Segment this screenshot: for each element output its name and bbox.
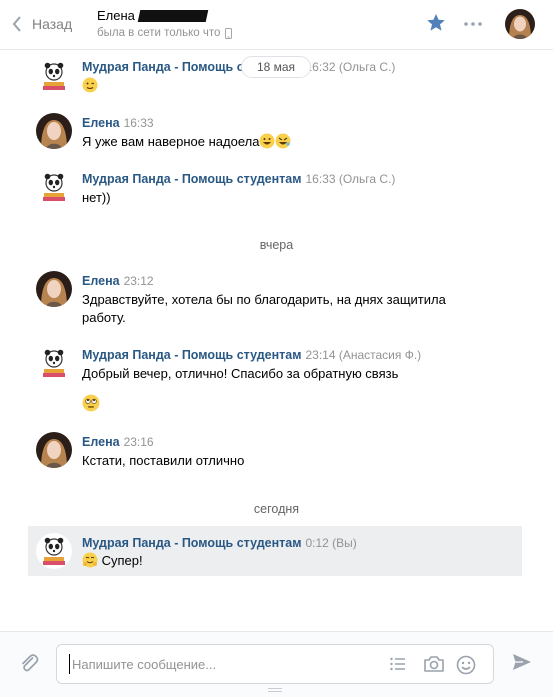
message-text: Добрый вечер, отлично! Спасибо за обратн…	[82, 366, 399, 381]
peer-status: была в сети только что	[97, 27, 233, 39]
message: Елена 23:12 Здравствуйте, хотела бы по бл…	[28, 270, 522, 328]
chevron-left-icon	[12, 16, 21, 32]
avatar[interactable]	[36, 113, 72, 149]
emoji-icon[interactable]	[456, 655, 476, 675]
message: Елена 16:33 Я уже вам наверное надоела	[28, 112, 522, 152]
message-author[interactable]: Мудрая Панда - Помощь студентам 16:32 (Ол…	[82, 60, 395, 74]
message-text	[82, 77, 472, 95]
send-icon[interactable]	[512, 653, 532, 671]
message-composer	[0, 631, 553, 697]
rofl-emoji-icon	[275, 133, 291, 149]
panda-icon	[36, 169, 72, 205]
message-time[interactable]: 16:32 (Ольга С.)	[305, 60, 395, 74]
message-time[interactable]: 0:12 (Вы)	[305, 536, 356, 550]
avatar[interactable]	[36, 271, 72, 307]
rolling-eyes-emoji-icon	[82, 394, 100, 412]
avatar[interactable]	[36, 432, 72, 468]
back-label: Назад	[32, 16, 73, 32]
date-badge: 18 мая	[241, 56, 311, 78]
redacted-surname	[137, 9, 209, 22]
hugging-emoji-icon	[82, 552, 98, 568]
message-author[interactable]: Елена 16:33	[82, 116, 154, 130]
peer-name[interactable]: Елена	[97, 8, 209, 23]
message-author[interactable]: Мудрая Панда - Помощь студентам 23:14 (Ан…	[82, 348, 421, 362]
message: Мудрая Панда - Помощь студентам 23:14 (Ан…	[28, 344, 522, 416]
message-author[interactable]: Елена 23:12	[82, 274, 154, 288]
message-input[interactable]	[69, 654, 379, 674]
message-author[interactable]: Мудрая Панда - Помощь студентам 16:33 (Ол…	[82, 172, 395, 186]
message-input-box[interactable]	[56, 644, 494, 684]
camera-icon[interactable]	[423, 655, 445, 673]
grin-emoji-icon	[259, 133, 275, 149]
message-time[interactable]: 23:16	[124, 435, 154, 449]
message-history[interactable]: Мудрая Панда - Помощь студентам 16:32 (Ол…	[0, 50, 553, 630]
panda-icon	[36, 533, 72, 569]
panda-icon	[36, 58, 72, 94]
avatar[interactable]	[36, 169, 72, 205]
message-text: нет))	[82, 190, 111, 205]
message-author[interactable]: Елена 23:16	[82, 435, 154, 449]
message: Елена 23:16 Кстати, поставили отлично	[28, 431, 522, 471]
resize-handle[interactable]	[268, 688, 282, 692]
message-text: Я уже вам наверное надоела	[82, 133, 472, 151]
message: Мудрая Панда - Помощь студентам 0:12 (Вы)…	[28, 526, 522, 576]
message-time[interactable]: 23:14 (Анастасия Ф.)	[305, 348, 421, 362]
more-icon[interactable]	[463, 16, 483, 32]
back-button[interactable]: Назад	[12, 13, 72, 35]
avatar[interactable]	[36, 58, 72, 94]
mobile-icon	[225, 27, 233, 39]
message: Мудрая Панда - Помощь студентам 16:33 (Ол…	[28, 168, 522, 208]
avatar[interactable]	[36, 345, 72, 381]
message-text: Супер!	[82, 552, 472, 570]
date-divider: сегодня	[253, 502, 300, 516]
star-icon[interactable]	[426, 13, 446, 32]
avatar[interactable]	[36, 533, 72, 569]
paperclip-icon[interactable]	[18, 652, 40, 674]
templates-icon[interactable]	[389, 655, 407, 673]
message-time[interactable]: 23:12	[124, 274, 154, 288]
message-time[interactable]: 16:33	[124, 116, 154, 130]
message-text: Кстати, поставили отлично	[82, 453, 245, 468]
wink-emoji-icon	[82, 77, 98, 93]
date-divider: вчера	[259, 238, 294, 252]
message-text: Здравствуйте, хотела бы по благодарить, …	[82, 292, 446, 325]
chat-header: Назад Елена была в сети только что	[0, 0, 553, 50]
panda-icon	[36, 345, 72, 381]
message-time[interactable]: 16:33 (Ольга С.)	[305, 172, 395, 186]
avatar[interactable]	[505, 9, 535, 39]
message-author[interactable]: Мудрая Панда - Помощь студентам 0:12 (Вы)	[82, 536, 357, 550]
